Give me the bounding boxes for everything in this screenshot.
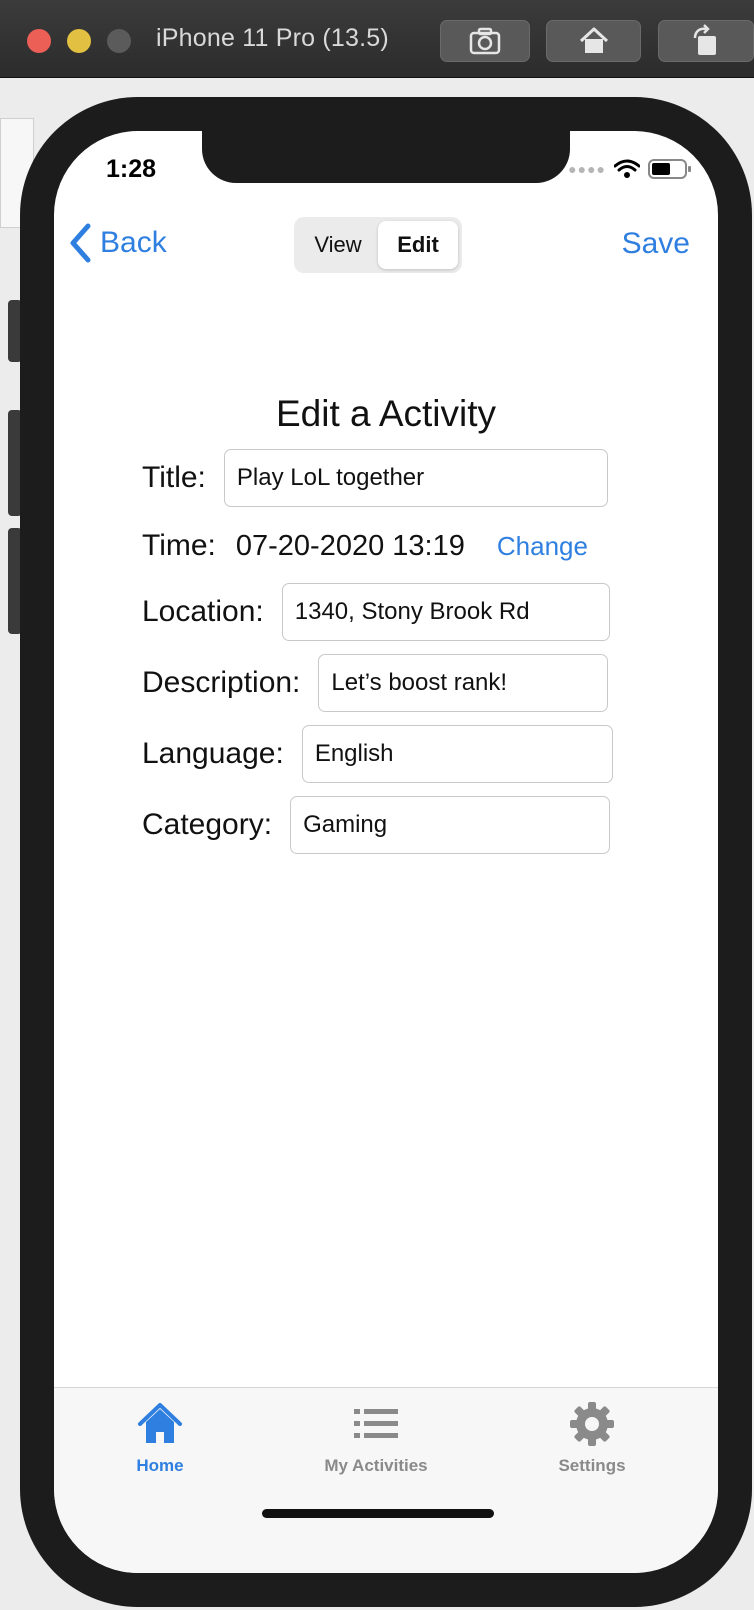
chevron-left-icon: [70, 223, 91, 263]
home-indicator: [262, 1509, 494, 1518]
tab-home[interactable]: Home: [70, 1400, 250, 1476]
description-field[interactable]: Let’s boost rank!: [318, 654, 609, 712]
close-window-button[interactable]: [27, 29, 51, 53]
tab-my-activities[interactable]: My Activities: [286, 1400, 466, 1476]
title-row: Title: Play LoL together: [142, 449, 608, 507]
time-value: 07-20-2020 13:19: [235, 529, 465, 562]
language-row: Language: English: [142, 725, 613, 783]
category-label: Category:: [142, 808, 273, 841]
screenshot-button[interactable]: [440, 20, 530, 62]
phone-screen: 1:28 ●●●● Back View Edit Save Edit a Act…: [54, 131, 718, 1573]
category-field[interactable]: Gaming: [290, 796, 611, 854]
change-time-button[interactable]: Change: [497, 531, 588, 562]
rotate-icon: [693, 24, 716, 55]
time-label: Time:: [142, 529, 216, 562]
segment-edit[interactable]: Edit: [378, 221, 458, 269]
location-row: Location: 1340, Stony Brook Rd: [142, 583, 610, 641]
tab-settings-label: Settings: [558, 1456, 626, 1475]
camera-icon: [469, 27, 501, 55]
zoom-window-button[interactable]: [107, 29, 131, 53]
rotate-button[interactable]: [658, 20, 754, 62]
home-icon: [579, 27, 608, 53]
location-field[interactable]: 1340, Stony Brook Rd: [281, 583, 610, 641]
tab-home-label: Home: [136, 1456, 184, 1475]
language-field[interactable]: English: [301, 725, 613, 783]
page-title: Edit a Activity: [275, 393, 497, 434]
home-icon: [138, 1403, 182, 1443]
wifi-icon: [614, 159, 640, 178]
language-label: Language:: [142, 737, 284, 770]
time-row: Time: 07-20-2020 13:19 Change: [142, 529, 588, 563]
description-label: Description:: [142, 666, 301, 699]
minimize-window-button[interactable]: [67, 29, 91, 53]
list-icon: [354, 1409, 398, 1438]
title-field[interactable]: Play LoL together: [223, 449, 608, 507]
tab-my-activities-label: My Activities: [324, 1456, 428, 1475]
battery-icon: [648, 159, 691, 179]
location-label: Location:: [142, 595, 264, 628]
gear-icon: [570, 1402, 614, 1446]
simulator-titlebar: iPhone 11 Pro (13.5): [0, 0, 754, 78]
back-label: Back: [100, 226, 167, 259]
status-time: 1:28: [106, 155, 157, 183]
category-row: Category: Gaming: [142, 796, 611, 854]
save-button[interactable]: Save: [622, 227, 690, 261]
tab-settings[interactable]: Settings: [502, 1400, 682, 1476]
home-button[interactable]: [546, 20, 641, 62]
segment-view[interactable]: View: [298, 221, 378, 269]
back-button[interactable]: Back: [68, 223, 167, 263]
status-icons: ●●●●: [568, 159, 692, 179]
notch: [202, 131, 570, 183]
signal-icon: ●●●●: [568, 161, 606, 177]
tab-bar: Home My Activities Settings: [54, 1387, 718, 1573]
description-row: Description: Let’s boost rank!: [142, 654, 609, 712]
view-edit-segmented-control[interactable]: View Edit: [294, 217, 462, 273]
title-label: Title:: [142, 461, 206, 494]
simulator-title: iPhone 11 Pro (13.5): [156, 24, 389, 52]
